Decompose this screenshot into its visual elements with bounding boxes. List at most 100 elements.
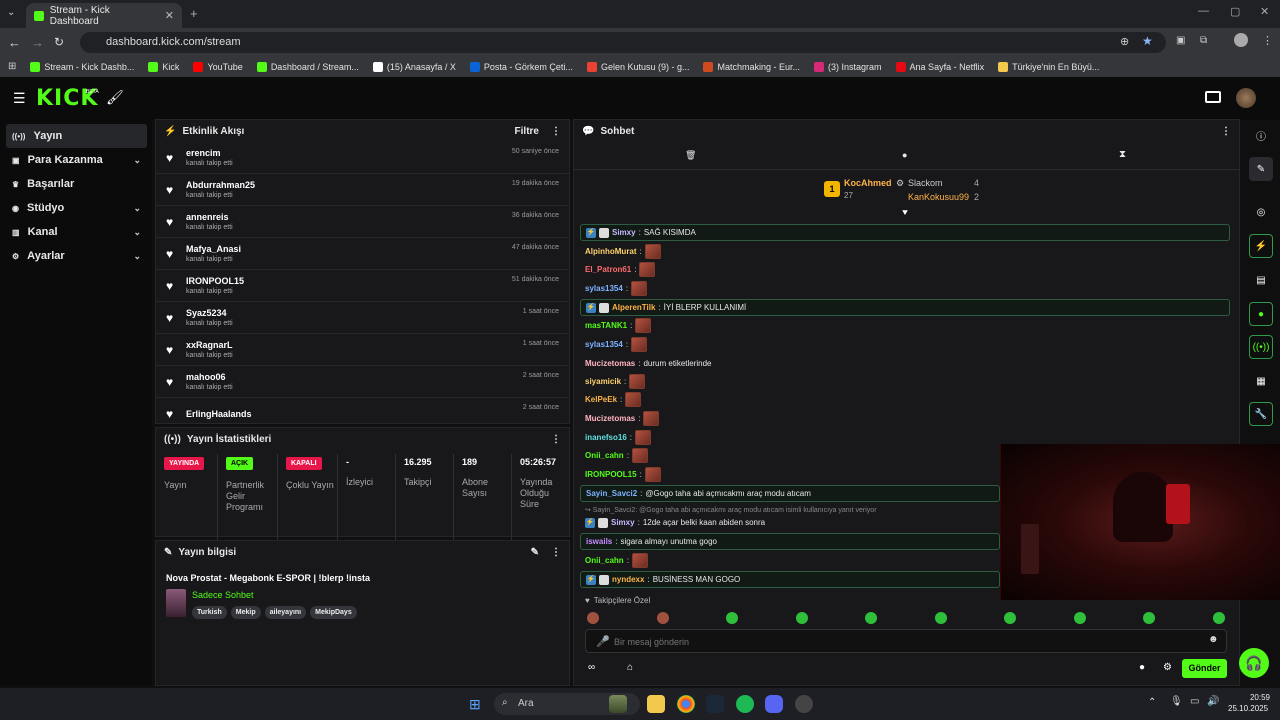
event-username[interactable]: ErlingHaalands <box>186 409 252 419</box>
quick-emote-icon[interactable] <box>934 612 947 624</box>
activity-more-icon[interactable]: ⋮ <box>551 126 561 137</box>
user-avatar[interactable] <box>1236 88 1256 108</box>
lightning-tool-icon[interactable]: ⚡ <box>1249 234 1273 258</box>
channel-points-icon[interactable]: ∞ <box>588 662 595 673</box>
bookmark-item[interactable]: Türkiye'nin En Büyü... <box>998 61 1099 72</box>
trash-icon[interactable]: 🗑 <box>685 150 696 161</box>
quick-emote-icon[interactable] <box>795 612 808 624</box>
chevron-down-icon[interactable]: ⌄ <box>133 227 141 238</box>
chat-username[interactable]: IRONPOOL15 <box>585 470 637 479</box>
chat-tab-icon[interactable]: ● <box>902 150 907 160</box>
quick-emote-icon[interactable] <box>1143 612 1155 624</box>
stats-more-icon[interactable]: ⋮ <box>551 434 561 445</box>
zoom-icon[interactable]: ⊕ <box>1120 35 1129 48</box>
chat-username[interactable]: inanefso16 <box>585 433 627 442</box>
category-name[interactable]: Sadece Sohbet <box>192 590 254 600</box>
sidebar-item-başarılar[interactable]: ♛ Başarılar <box>6 172 147 196</box>
bookmark-star-icon[interactable]: ★ <box>1142 34 1153 48</box>
second-gifter-name[interactable]: Slackom <box>908 178 943 188</box>
minimize-icon[interactable]: — <box>1198 5 1209 17</box>
event-username[interactable]: IRONPOOL15 <box>186 276 244 286</box>
extensions-puzzle-icon[interactable]: ⧉ <box>1200 35 1207 46</box>
emoji-icon[interactable]: ☻ <box>1208 634 1219 645</box>
bookmark-item[interactable]: Ana Sayfa - Netflix <box>895 61 984 72</box>
browser-tab[interactable]: Stream - Kick Dashboard ✕ <box>26 3 182 28</box>
extension-icon[interactable]: ▣ <box>1176 35 1185 46</box>
event-username[interactable]: annenreis <box>186 212 233 222</box>
chat-username[interactable]: Sayin_Savci2 <box>586 489 637 498</box>
maximize-icon[interactable]: ▢ <box>1230 5 1240 18</box>
info-icon[interactable]: ⓘ <box>1249 123 1273 147</box>
network-icon[interactable]: ▭ <box>1190 696 1199 707</box>
pencil-tool-icon[interactable]: ✎ <box>1249 157 1273 181</box>
browser-menu-icon[interactable]: ⋮ <box>1262 34 1273 47</box>
wrench-icon[interactable]: 🔧 <box>1249 402 1273 426</box>
clock-time[interactable]: 20:59 <box>1240 693 1270 702</box>
quick-emote-icon[interactable] <box>1212 612 1225 624</box>
back-icon[interactable]: ← <box>8 35 21 50</box>
top-gifter-name[interactable]: KocAhmed <box>844 178 892 188</box>
hourglass-icon[interactable]: ⧗ <box>1119 149 1126 160</box>
filter-button[interactable]: Filtre <box>515 126 539 137</box>
stream-tag[interactable]: Turkish <box>192 606 227 619</box>
chat-username[interactable]: El_Patron61 <box>585 265 631 274</box>
microphone-icon[interactable]: 🎤 <box>596 635 610 648</box>
chevron-down-icon[interactable]: ⌄ <box>133 203 141 214</box>
event-username[interactable]: erencim <box>186 148 233 158</box>
notes-icon[interactable]: ▤ <box>1249 268 1273 292</box>
chat-username[interactable]: masTANK1 <box>585 321 627 330</box>
new-tab-icon[interactable]: + <box>190 6 198 21</box>
event-username[interactable]: Syaz5234 <box>186 308 233 318</box>
hamburger-menu-icon[interactable]: ☰ <box>13 90 26 107</box>
apps-grid-icon[interactable]: ⊞ <box>8 61 16 72</box>
chat-username[interactable]: KelPeEk <box>585 395 617 404</box>
stream-tag[interactable]: aileyayını <box>264 606 307 619</box>
address-bar[interactable]: dashboard.kick.com/stream <box>80 32 1166 53</box>
app-icon[interactable] <box>795 695 813 713</box>
info-more-icon[interactable]: ⋮ <box>551 547 561 558</box>
quick-emote-icon[interactable] <box>1073 612 1086 624</box>
chat-tool-icon[interactable]: ● <box>1249 302 1273 326</box>
rocket-icon[interactable]: 🖌 <box>106 89 124 106</box>
window-close-icon[interactable]: ✕ <box>1260 5 1269 18</box>
collapse-icon[interactable]: ⯆ <box>901 208 909 219</box>
bookmark-item[interactable]: (15) Anasayfa / X <box>372 61 456 72</box>
chat-username[interactable]: AlperenTilk <box>612 303 655 312</box>
windows-start-icon[interactable]: ⊞ <box>469 696 481 713</box>
bookmark-item[interactable]: Posta - Görkem Çeti... <box>469 61 573 72</box>
event-username[interactable]: mahoo06 <box>186 372 233 382</box>
support-headset-icon[interactable]: 🎧 <box>1239 648 1269 678</box>
chat-gear-icon[interactable]: ⚙ <box>1163 662 1172 673</box>
bookmark-item[interactable]: Gelen Kutusu (9) - g... <box>586 61 689 72</box>
forward-icon[interactable]: → <box>31 35 44 50</box>
sidebar-item-stüdyo[interactable]: ◉ Stüdyo ⌄ <box>6 196 147 220</box>
clock-date[interactable]: 25.10.2025 <box>1228 704 1268 713</box>
chevron-down-icon[interactable]: ⌄ <box>133 251 141 262</box>
chat-username[interactable]: Mucizetomas <box>585 414 635 423</box>
stream-tag[interactable]: Mekip <box>230 606 261 619</box>
chat-more-icon[interactable]: ⋮ <box>1221 126 1231 137</box>
chat-username[interactable]: Onii_cahn <box>585 556 624 565</box>
event-username[interactable]: Abdurrahman25 <box>186 180 255 190</box>
chat-username[interactable]: Simxy <box>612 228 636 237</box>
bookmark-item[interactable]: Matchmaking - Eur... <box>703 61 800 72</box>
chat-message-input[interactable] <box>614 634 1174 650</box>
bookmark-item[interactable]: (3) Instagram <box>814 61 882 72</box>
chat-username[interactable]: sylas1354 <box>585 340 623 349</box>
tab-list-icon[interactable]: ⌄ <box>7 7 15 18</box>
chat-username[interactable]: Simxy <box>611 518 635 527</box>
store-icon[interactable]: ⌂ <box>627 662 633 673</box>
sidebar-item-kanal[interactable]: ▥ Kanal ⌄ <box>6 220 147 244</box>
tray-chevron-icon[interactable]: ⌃ <box>1148 697 1156 708</box>
chat-username[interactable]: siyamicik <box>585 377 621 386</box>
spotify-icon[interactable] <box>736 695 754 713</box>
discord-icon[interactable] <box>765 695 783 713</box>
profile-avatar-icon[interactable] <box>1234 33 1248 47</box>
quick-emote-icon[interactable] <box>587 612 599 624</box>
widget-icon[interactable] <box>609 695 627 713</box>
stream-preview-icon[interactable] <box>1205 91 1221 103</box>
bookmark-item[interactable]: Stream - Kick Dashb... <box>30 61 134 72</box>
file-explorer-icon[interactable] <box>647 695 665 713</box>
close-tab-icon[interactable]: ✕ <box>165 9 174 22</box>
chat-username[interactable]: sylas1354 <box>585 284 623 293</box>
